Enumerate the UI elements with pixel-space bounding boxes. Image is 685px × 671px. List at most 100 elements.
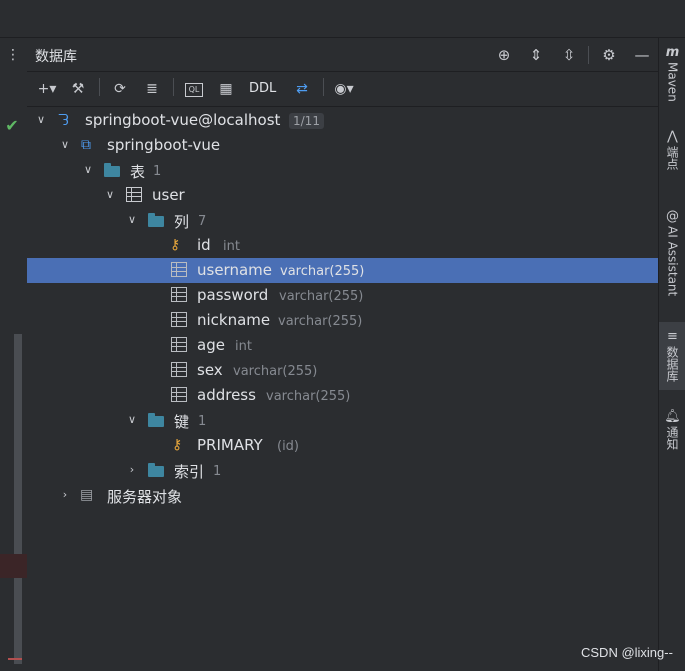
ai-assistant-label: AI Assistant <box>665 226 680 297</box>
column-type: varchar(255) <box>266 389 351 404</box>
data-source-icon[interactable]: ≣ <box>141 78 163 100</box>
notifications-tool-button[interactable]: 🔔︎ 通知 <box>659 408 685 450</box>
column-icon <box>171 337 187 352</box>
schema-label: springboot-vue <box>107 136 221 154</box>
tree-node-column-selected[interactable]: username varchar(255) <box>27 258 658 283</box>
tree-node-column[interactable]: password varchar(255) <box>27 283 658 308</box>
column-type: varchar(255) <box>279 289 364 304</box>
column-icon <box>171 287 187 302</box>
more-options-icon[interactable]: ⋮ <box>4 47 22 63</box>
view-options-icon[interactable]: ◉▾ <box>333 78 355 100</box>
table-label: user <box>152 186 185 204</box>
schema-icon: ⧉ <box>81 137 91 153</box>
chevron-down-icon[interactable]: ∨ <box>81 161 95 179</box>
separator <box>588 46 589 64</box>
chevron-right-icon[interactable]: › <box>58 486 72 504</box>
separator <box>99 78 100 96</box>
top-strip <box>0 0 685 38</box>
tree-node-column[interactable]: ⚷ id int <box>27 233 658 258</box>
folder-icon <box>104 162 122 179</box>
key-icon: ⚷ <box>172 437 183 453</box>
tree-node-column[interactable]: age int <box>27 333 658 358</box>
locate-icon[interactable]: ⊕ <box>493 44 515 66</box>
tree-node-key[interactable]: ⚷ PRIMARY (id) <box>27 433 658 458</box>
maven-label: Maven <box>665 62 680 102</box>
panel-title: 数据库 <box>35 49 77 65</box>
column-icon <box>171 312 187 327</box>
tree-node-table-user[interactable]: ∨ user <box>27 183 658 208</box>
gear-icon[interactable]: ⚙ <box>598 44 620 66</box>
column-name: password <box>197 286 269 304</box>
editor-scrollbar[interactable] <box>14 334 22 664</box>
minimize-icon[interactable]: — <box>631 44 653 66</box>
tree-node-server-objects[interactable]: › ▤ 服务器对象 <box>27 483 658 508</box>
chevron-down-icon[interactable]: ∨ <box>125 211 139 229</box>
endpoints-label: 端点 <box>665 146 679 170</box>
tree-node-columns-folder[interactable]: ∨ 列 7 <box>27 208 658 233</box>
database-label: 数据库 <box>665 346 679 382</box>
ai-assistant-icon: @ <box>666 209 679 224</box>
key-detail: (id) <box>277 439 300 454</box>
folder-icon <box>148 462 166 479</box>
ai-assistant-tool-button[interactable]: @ AI Assistant <box>659 208 685 296</box>
separator <box>173 78 174 96</box>
panel-toolbar: +▾ ⚒ ⟳ ≣ QL ▦ DDL ⇄ ◉▾ <box>27 72 658 107</box>
separator <box>323 78 324 96</box>
tree-node-column[interactable]: address varchar(255) <box>27 383 658 408</box>
chevron-down-icon[interactable]: ∨ <box>125 411 139 429</box>
add-icon[interactable]: +▾ <box>36 78 58 100</box>
server-objects-icon: ▤ <box>80 487 94 503</box>
expand-all-icon[interactable]: ⇕ <box>525 44 547 66</box>
column-type: int <box>223 239 240 254</box>
chevron-down-icon[interactable]: ∨ <box>103 186 117 204</box>
folder-icon <box>148 212 166 229</box>
query-console-icon[interactable]: QL <box>185 83 203 97</box>
tables-count: 1 <box>153 164 162 179</box>
chevron-down-icon[interactable]: ∨ <box>34 111 48 129</box>
chevron-right-icon[interactable]: › <box>125 461 139 479</box>
column-name: address <box>197 386 256 404</box>
keys-count: 1 <box>198 414 207 429</box>
tree-node-column[interactable]: sex varchar(255) <box>27 358 658 383</box>
keys-folder-label: 键 <box>174 413 190 431</box>
collapse-all-icon[interactable]: ⇳ <box>558 44 580 66</box>
right-tool-window-bar: m Maven ⋀ 端点 @ AI Assistant ≡ 数据库 🔔︎ 通知 <box>658 38 685 671</box>
datasource-label: springboot-vue@localhost <box>85 111 281 129</box>
panel-titlebar: 数据库 ⊕ ⇕ ⇳ ⚙ — <box>27 38 658 72</box>
table-view-icon[interactable]: ▦ <box>215 78 237 100</box>
column-icon <box>171 262 187 277</box>
tree-node-datasource[interactable]: ∨ ᘊ springboot-vue@localhost 1/11 <box>27 108 658 133</box>
error-stripe <box>8 658 22 660</box>
column-name: age <box>197 336 225 354</box>
column-type: varchar(255) <box>280 264 365 279</box>
tree-node-column[interactable]: nickname varchar(255) <box>27 308 658 333</box>
mysql-datasource-icon: ᘊ <box>58 111 69 129</box>
key-label: PRIMARY <box>197 436 263 454</box>
tree-node-schema[interactable]: ∨ ⧉ springboot-vue <box>27 133 658 158</box>
folder-icon <box>148 412 166 429</box>
bell-icon: 🔔︎ <box>664 409 681 424</box>
ddl-button[interactable]: DDL <box>249 78 276 100</box>
tree-node-tables-folder[interactable]: ∨ 表 1 <box>27 158 658 183</box>
primary-key-column-icon: ⚷ <box>170 237 181 253</box>
column-type: int <box>235 339 252 354</box>
compare-icon[interactable]: ⇄ <box>291 78 313 100</box>
database-tool-button[interactable]: ≡ 数据库 <box>659 322 685 390</box>
checkmark-icon: ✔ <box>5 116 19 135</box>
properties-icon[interactable]: ⚒ <box>67 78 89 100</box>
maven-tool-button[interactable]: m Maven <box>659 44 685 102</box>
refresh-icon[interactable]: ⟳ <box>109 78 131 100</box>
maven-icon: m <box>665 45 680 60</box>
tree-node-index-folder[interactable]: › 索引 1 <box>27 458 658 483</box>
tables-folder-label: 表 <box>130 163 146 181</box>
database-icon: ≡ <box>667 329 678 344</box>
tree-node-keys-folder[interactable]: ∨ 键 1 <box>27 408 658 433</box>
index-folder-label: 索引 <box>174 463 205 481</box>
column-name: sex <box>197 361 223 379</box>
chevron-down-icon[interactable]: ∨ <box>58 136 72 154</box>
columns-count: 7 <box>198 214 207 229</box>
left-gutter: ⋮ ✔ <box>0 38 28 671</box>
endpoints-tool-button[interactable]: ⋀ 端点 <box>659 128 685 170</box>
column-name: nickname <box>197 311 271 329</box>
column-icon <box>171 362 187 377</box>
